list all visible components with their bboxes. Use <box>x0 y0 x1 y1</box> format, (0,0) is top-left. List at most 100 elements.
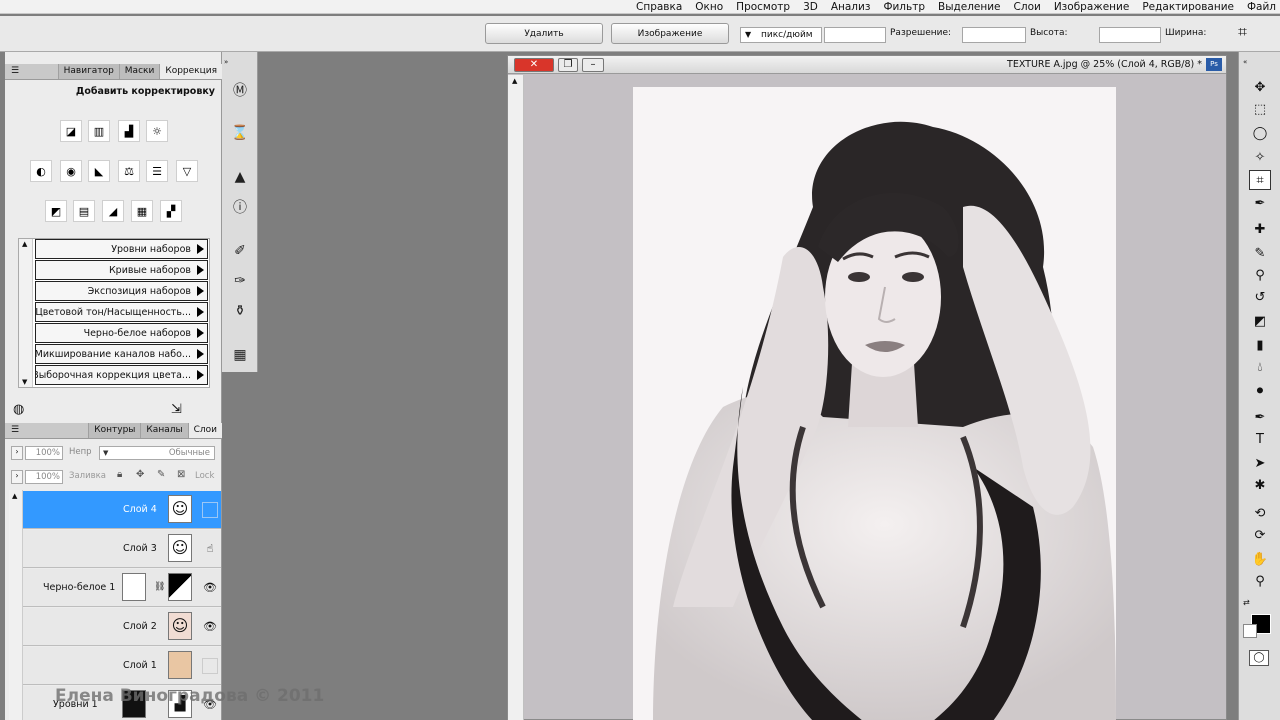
marquee-tool-icon[interactable]: ⬚ <box>1249 100 1271 120</box>
opacity-arrow-icon[interactable]: › <box>11 446 23 460</box>
image-button[interactable]: Изображение <box>611 23 729 44</box>
vibrance-icon[interactable]: ◐ <box>30 160 52 182</box>
background-color-swatch[interactable] <box>1243 624 1257 638</box>
tab-adjustments[interactable]: Коррекция <box>159 64 222 79</box>
scroll-down-icon[interactable]: ▼ <box>22 378 27 386</box>
delete-button[interactable]: Удалить <box>485 23 603 44</box>
menu-select[interactable]: Выделение <box>938 1 1001 13</box>
move-tool-icon[interactable]: ✥ <box>1249 78 1271 98</box>
exposure-icon[interactable]: ☼ <box>146 120 168 142</box>
fill-arrow-icon[interactable]: › <box>11 470 23 484</box>
menu-image[interactable]: Изображение <box>1054 1 1130 13</box>
layer-name[interactable]: Слой 2 <box>123 621 157 632</box>
threshold-icon[interactable]: ◢ <box>102 200 124 222</box>
panel-menu-icon[interactable]: ☰ <box>11 66 19 76</box>
preset-curves[interactable]: Кривые наборов <box>35 260 208 280</box>
menu-edit[interactable]: Редактирование <box>1142 1 1234 13</box>
close-button[interactable]: ✕ <box>514 58 554 72</box>
lock-transparency-icon[interactable]: ⊠ <box>177 469 185 480</box>
blur-tool-icon[interactable]: 💧︎ <box>1249 358 1271 378</box>
healing-brush-tool-icon[interactable]: ✚ <box>1249 220 1271 240</box>
tab-channels[interactable]: Каналы <box>140 423 188 438</box>
info-icon[interactable]: ⓘ <box>229 197 251 219</box>
resolution-field[interactable] <box>824 27 886 43</box>
brightness-contrast-icon[interactable]: ◪ <box>60 120 82 142</box>
history-brush-tool-icon[interactable]: ↺ <box>1249 288 1271 308</box>
minimize-button[interactable]: – <box>582 58 604 72</box>
hand-tool-icon[interactable]: ✋ <box>1249 550 1271 570</box>
eye-icon[interactable]: 👁︎ <box>202 580 218 596</box>
width-field[interactable] <box>1099 27 1161 43</box>
layers-menu-icon[interactable]: ☰ <box>11 425 19 435</box>
visibility-toggle[interactable] <box>202 658 218 674</box>
scroll-up-icon[interactable]: ▲ <box>22 240 27 248</box>
swatches-icon[interactable]: ▦ <box>229 344 251 366</box>
shape-tool-icon[interactable]: ✱ <box>1249 476 1271 496</box>
menu-layer[interactable]: Слои <box>1014 1 1041 13</box>
document-scrollbar[interactable]: ▲ <box>508 75 524 720</box>
brush-tool-icon[interactable]: ✎ <box>1249 244 1271 264</box>
lasso-tool-icon[interactable]: ◯ <box>1249 124 1271 144</box>
preset-selective-color[interactable]: Выборочная коррекция цвета... <box>35 365 208 385</box>
tab-paths[interactable]: Контуры <box>88 423 141 438</box>
preset-channel-mixer[interactable]: Микширование каналов набо... <box>35 344 208 364</box>
crop-tool-icon[interactable]: ⌗ <box>1238 22 1247 42</box>
return-icon[interactable]: ◍ <box>13 402 24 417</box>
crop-tool-icon[interactable]: ⌗ <box>1249 170 1271 190</box>
height-field[interactable] <box>962 27 1026 43</box>
visibility-toggle[interactable] <box>202 502 218 518</box>
magic-wand-tool-icon[interactable]: ✧ <box>1249 148 1271 168</box>
layer-row-2[interactable]: 👁︎ ☺ Слой 2 <box>23 608 221 646</box>
hue-saturation-icon[interactable]: ◉ <box>60 160 82 182</box>
brush-presets-icon[interactable]: ✐ <box>229 240 251 262</box>
menu-view[interactable]: Просмотр <box>736 1 790 13</box>
levels-icon[interactable]: ▥ <box>88 120 110 142</box>
histogram-icon[interactable]: ▲ <box>229 166 251 188</box>
selective-color-icon[interactable]: ▞ <box>160 200 182 222</box>
presets-scrollbar[interactable]: ▲ ▼ <box>19 239 33 387</box>
mini-bridge-icon[interactable]: Ⓜ <box>229 80 251 102</box>
3d-orbit-tool-icon[interactable]: ⟳ <box>1249 526 1271 546</box>
resolution-units-select[interactable]: пикс/дюйм ▼ <box>740 27 822 43</box>
eye-icon[interactable]: 👁︎ <box>202 619 218 635</box>
restore-button[interactable]: ❐ <box>558 58 578 72</box>
invert-icon[interactable]: ◩ <box>45 200 67 222</box>
tab-layers[interactable]: Слои <box>187 423 222 438</box>
lock-pixels-icon[interactable]: ✎ <box>157 469 165 480</box>
menu-analysis[interactable]: Анализ <box>831 1 871 13</box>
clone-source-icon[interactable]: ⚱ <box>229 300 251 322</box>
posterize-icon[interactable]: ▤ <box>73 200 95 222</box>
quick-mask-icon[interactable]: ◯ <box>1249 650 1269 666</box>
pen-tool-icon[interactable]: ✒ <box>1249 408 1271 428</box>
curves-icon[interactable]: ▟ <box>118 120 140 142</box>
blend-mode-select[interactable]: Обычные ▼ <box>99 446 215 460</box>
preset-black-white[interactable]: Черно-белое наборов <box>35 323 208 343</box>
preset-levels[interactable]: Уровни наборов <box>35 239 208 259</box>
mask-thumbnail[interactable] <box>122 573 146 601</box>
menu-file[interactable]: Файл <box>1247 1 1276 13</box>
channel-mixer-icon[interactable]: ▽ <box>176 160 198 182</box>
history-icon[interactable]: ⌛ <box>229 122 251 144</box>
type-tool-icon[interactable]: T <box>1249 430 1271 450</box>
visibility-toggle[interactable]: ☝ <box>202 541 218 557</box>
zoom-tool-icon[interactable]: ⚲ <box>1249 572 1271 592</box>
path-selection-tool-icon[interactable]: ➤ <box>1249 454 1271 474</box>
canvas-photo[interactable] <box>633 87 1116 720</box>
layer-name[interactable]: Слой 1 <box>123 660 157 671</box>
scroll-up-icon[interactable]: ▲ <box>512 77 517 85</box>
scroll-up-icon[interactable]: ▲ <box>12 492 17 500</box>
eyedropper-tool-icon[interactable]: ✒ <box>1249 194 1271 214</box>
layer-name[interactable]: Слой 3 <box>123 543 157 554</box>
lock-position-icon[interactable]: ✥ <box>136 469 144 480</box>
fill-field[interactable]: 100% <box>25 470 63 484</box>
menu-window[interactable]: Окно <box>695 1 723 13</box>
menu-3d[interactable]: 3D <box>803 1 818 13</box>
color-balance-icon[interactable]: ◣ <box>88 160 110 182</box>
photo-filter-icon[interactable]: ☰ <box>146 160 168 182</box>
collapse-icon[interactable]: « <box>1243 58 1277 66</box>
collapse-icon[interactable]: » <box>224 58 254 66</box>
menu-help[interactable]: Справка <box>636 1 682 13</box>
layers-scrollbar[interactable]: ▲ <box>9 490 23 720</box>
gradient-tool-icon[interactable]: ▮ <box>1249 336 1271 356</box>
layer-row-4[interactable]: ☺ Слой 4 <box>23 491 221 529</box>
